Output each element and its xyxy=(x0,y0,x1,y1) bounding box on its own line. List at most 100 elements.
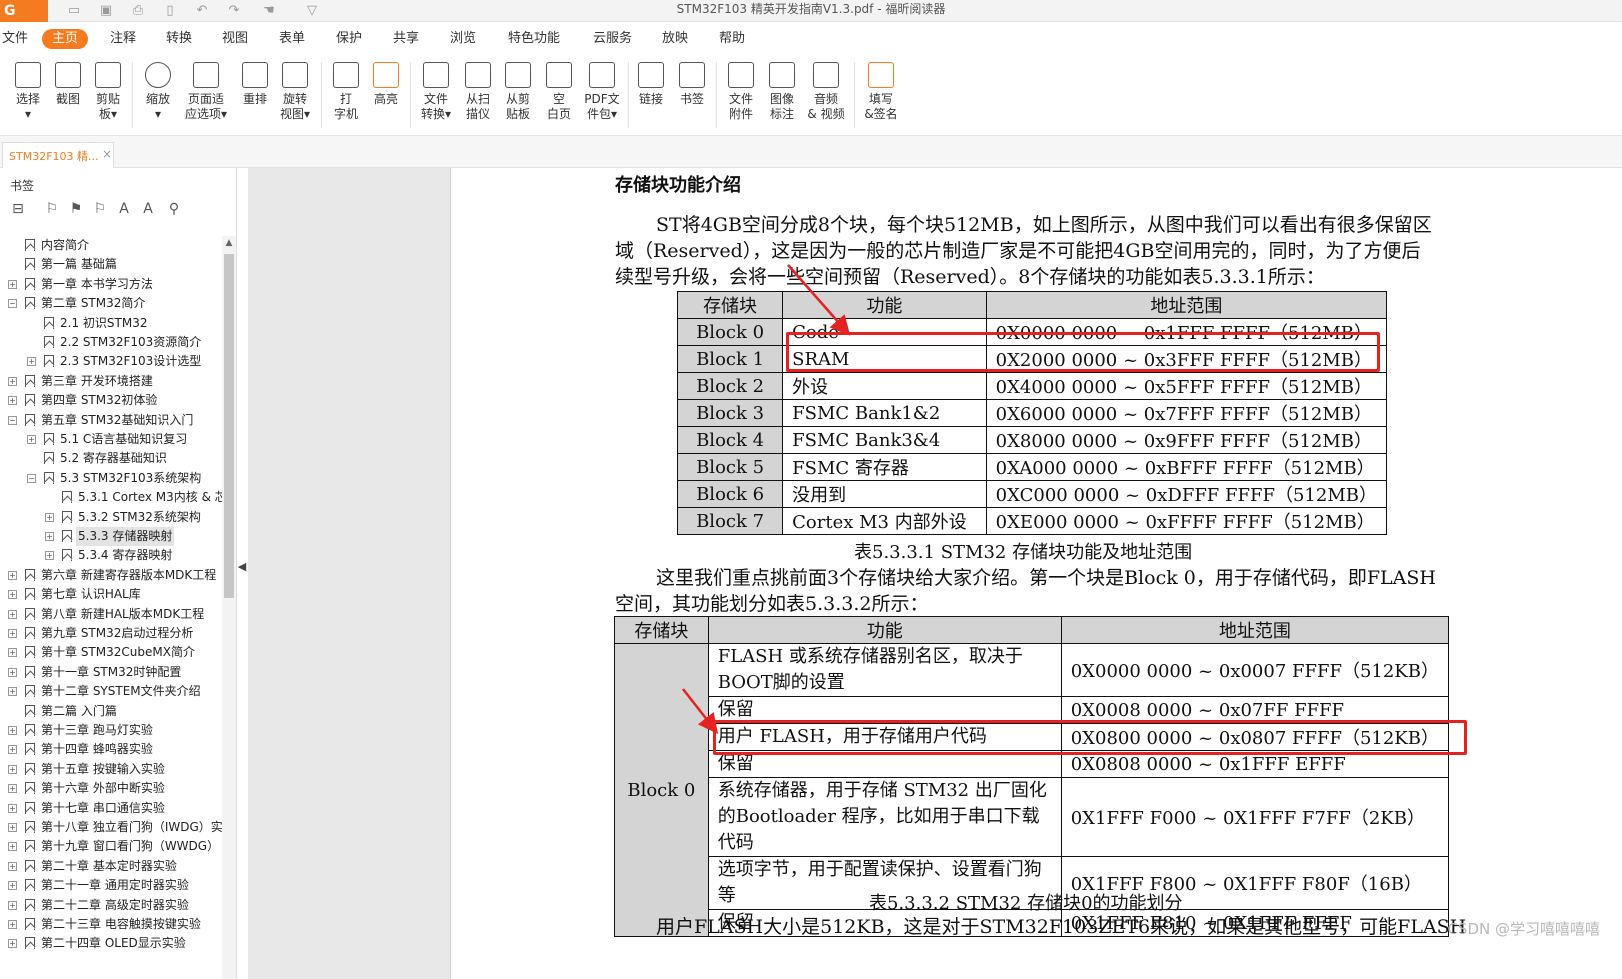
bookmark-item[interactable]: +5.3.2 STM32系统架构 xyxy=(0,508,222,527)
fill-sign-button[interactable]: 填写 &签名 xyxy=(858,60,904,122)
file-convert-button[interactable]: 文件 转换▾ xyxy=(416,60,456,122)
screenshot-button[interactable]: 截图 xyxy=(48,60,88,107)
bookmark-item[interactable]: 2.1 初识STM32 xyxy=(0,314,222,333)
bookmark-item[interactable]: + 第三章 开发环境搭建 xyxy=(0,372,222,391)
bookmark-item[interactable]: 5.3.1 Cortex M3内核 & 芯片 xyxy=(0,488,222,507)
tab-comment[interactable]: 注释 xyxy=(106,29,140,49)
expand-icon[interactable]: + xyxy=(8,648,17,658)
bookmark-item[interactable]: + 第四章 STM32初体验 xyxy=(0,391,222,410)
bookmark-item[interactable]: + 第十二章 SYSTEM文件夹介绍 xyxy=(0,682,222,701)
bookmark-item[interactable]: 第二篇 入门篇 xyxy=(0,702,222,721)
expand-icon[interactable]: + xyxy=(8,726,17,735)
expand-icon[interactable]: + xyxy=(8,764,17,774)
bookmark-item[interactable]: + 第九章 STM32启动过程分析 xyxy=(0,624,222,643)
expand-icon[interactable]: + xyxy=(8,396,17,406)
bookmark-item[interactable]: 第一篇 基础篇 xyxy=(0,255,222,274)
bookmark-item[interactable]: + 第十八章 独立看门狗（IWDG）实 xyxy=(0,818,222,837)
collapse-icon[interactable]: − xyxy=(27,473,36,483)
expand-icon[interactable]: + xyxy=(8,939,17,949)
pdf-package-button[interactable]: PDF文 件包▾ xyxy=(579,60,625,122)
rotate-view-button[interactable]: 旋转 视图▾ xyxy=(274,60,316,122)
document-tab[interactable]: STM32F103 精... × xyxy=(2,142,114,168)
expand-icon[interactable]: + xyxy=(8,667,17,677)
bookmark-item[interactable]: +2.3 STM32F103设计选型 xyxy=(0,352,222,371)
bookmark-item[interactable]: + 第十六章 外部中断实验 xyxy=(0,779,222,798)
close-icon[interactable]: × xyxy=(102,147,112,161)
typewriter-button[interactable]: 打 字机 xyxy=(326,60,366,122)
expand-icon[interactable]: + xyxy=(8,900,17,910)
menu-file[interactable]: 文件 xyxy=(0,29,32,49)
bookmark-item[interactable]: + 第八章 新建HAL版本MDK工程 xyxy=(0,605,222,624)
scroll-up-icon[interactable]: ▲ xyxy=(224,238,234,248)
find-bookmark-icon[interactable]: ⚲ xyxy=(166,201,182,217)
bookmark-item[interactable]: − 第二章 STM32简介 xyxy=(0,294,222,313)
blank-page-button[interactable]: 空 白页 xyxy=(539,60,579,122)
bookmark-item[interactable]: + 第七章 认识HAL库 xyxy=(0,585,222,604)
add-child-bookmark-icon[interactable]: ⚑ xyxy=(68,201,84,217)
tab-convert[interactable]: 转换 xyxy=(162,29,196,49)
expand-icon[interactable]: + xyxy=(45,532,54,541)
bookmark-item[interactable]: + 第二十三章 电容触摸按键实验 xyxy=(0,915,222,934)
from-scanner-button[interactable]: 从扫 描仪 xyxy=(458,60,498,122)
scrollbar-thumb[interactable] xyxy=(224,254,234,598)
tab-protect[interactable]: 保护 xyxy=(332,29,366,49)
expand-icon[interactable]: + xyxy=(8,842,17,852)
bookmark-item[interactable]: 内容简介 xyxy=(0,236,222,255)
bookmark-item[interactable]: + 第六章 新建寄存器版本MDK工程 xyxy=(0,566,222,585)
tab-view[interactable]: 视图 xyxy=(218,29,252,49)
tab-help[interactable]: 帮助 xyxy=(715,29,749,49)
expand-icon[interactable]: + xyxy=(8,803,17,813)
link-button[interactable]: 链接 xyxy=(631,60,671,107)
expand-icon[interactable]: + xyxy=(27,435,36,444)
expand-icon[interactable]: + xyxy=(8,881,17,891)
expand-icon[interactable]: + xyxy=(8,376,17,386)
expand-icon[interactable]: + xyxy=(8,687,17,697)
shrink-font-icon[interactable]: A xyxy=(140,201,156,217)
expand-icon[interactable]: + xyxy=(8,570,17,580)
bookmark-button[interactable]: 书签 xyxy=(672,60,712,107)
tab-form[interactable]: 表单 xyxy=(275,29,309,49)
expand-icon[interactable]: + xyxy=(45,551,54,561)
expand-icon[interactable]: + xyxy=(8,784,17,794)
bookmark-item[interactable]: + 第十五章 按键输入实验 xyxy=(0,760,222,779)
expand-icon[interactable]: + xyxy=(8,590,17,600)
clipboard-button[interactable]: 剪贴 板▾ xyxy=(88,60,128,122)
bookmark-item[interactable]: + 第二十章 基本定时器实验 xyxy=(0,857,222,876)
bookmark-item[interactable]: + 第二十二章 高级定时器实验 xyxy=(0,896,222,915)
fit-page-options-button[interactable]: 页面适 应选项▾ xyxy=(180,60,232,122)
bookmark-item[interactable]: − 第五章 STM32基础知识入门 xyxy=(0,411,222,430)
collapse-icon[interactable]: − xyxy=(8,299,17,309)
tab-slideshow[interactable]: 放映 xyxy=(658,29,692,49)
tab-share[interactable]: 共享 xyxy=(389,29,423,49)
reflow-button[interactable]: 重排 xyxy=(235,60,275,107)
expand-icon[interactable]: + xyxy=(8,823,17,832)
highlight-button[interactable]: 高亮 xyxy=(366,60,406,107)
bookmark-item[interactable]: + 第十七章 串口通信实验 xyxy=(0,799,222,818)
image-annotation-button[interactable]: 图像 标注 xyxy=(762,60,802,122)
bookmark-item[interactable]: + 第十九章 窗口看门狗（WWDG） xyxy=(0,837,222,856)
add-bookmark-icon[interactable]: ⚐ xyxy=(44,201,60,217)
expand-icon[interactable]: + xyxy=(45,512,54,522)
expand-icon[interactable]: + xyxy=(8,920,17,929)
bookmark-scrollbar[interactable]: ▲ xyxy=(222,236,236,979)
bookmark-item[interactable]: + 第十三章 跑马灯实验 xyxy=(0,721,222,740)
tab-cloud[interactable]: 云服务 xyxy=(589,29,636,49)
bookmark-item[interactable]: +5.3.3 存储器映射 xyxy=(0,527,222,546)
audio-video-button[interactable]: 音频 & 视频 xyxy=(802,60,850,122)
bookmark-item[interactable]: + 第十章 STM32CubeMX简介 xyxy=(0,643,222,662)
tab-special-features[interactable]: 特色功能 xyxy=(504,29,564,49)
bookmark-item[interactable]: + 第二十四章 OLED显示实验 xyxy=(0,934,222,953)
bookmark-item[interactable]: + 第十四章 蜂鸣器实验 xyxy=(0,740,222,759)
collapse-all-icon[interactable]: ⊟ xyxy=(10,201,26,217)
bookmark-item[interactable]: + 第一章 本书学习方法 xyxy=(0,275,222,294)
bookmark-item[interactable]: 2.2 STM32F103资源简介 xyxy=(0,333,222,352)
from-clipboard-button[interactable]: 从剪 贴板 xyxy=(498,60,538,122)
expand-icon[interactable]: + xyxy=(8,861,17,871)
bookmark-item[interactable]: 5.2 寄存器基础知识 xyxy=(0,449,222,468)
select-tool-button[interactable]: 选择 ▾ xyxy=(8,60,48,122)
bookmark-item[interactable]: +5.3.4 寄存器映射 xyxy=(0,546,222,565)
file-attachment-button[interactable]: 文件 附件 xyxy=(721,60,761,122)
expand-icon[interactable]: + xyxy=(27,357,36,367)
expand-icon[interactable]: + xyxy=(8,279,17,289)
bookmark-item[interactable]: + 第十一章 STM32时钟配置 xyxy=(0,663,222,682)
